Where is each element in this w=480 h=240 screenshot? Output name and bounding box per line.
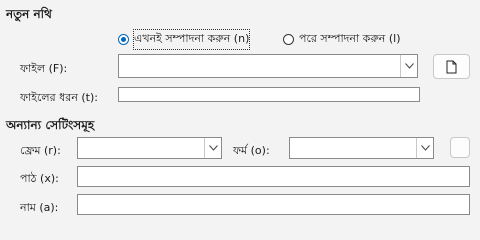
radio-edit-now-indicator[interactable] — [118, 34, 129, 45]
radio-edit-later-indicator[interactable] — [283, 34, 294, 45]
chevron-down-icon — [404, 63, 414, 69]
name-label: নাম (a): — [20, 201, 59, 214]
radio-edit-now-label: এখনই সম্পাদনা করুন (n) — [132, 29, 251, 50]
new-document-heading: নতুন নথি — [6, 7, 52, 21]
chevron-down-icon — [208, 145, 218, 151]
radio-edit-later-label: পরে সম্পাদনা করুন (l) — [299, 32, 401, 45]
radio-edit-later[interactable]: পরে সম্পাদনা করুন (l) — [283, 30, 401, 49]
file-dropdown-button[interactable] — [400, 55, 417, 77]
text-field[interactable] — [77, 166, 470, 187]
frame-label: ফ্রেম (r): — [20, 144, 61, 157]
browse-file-button[interactable] — [433, 54, 470, 79]
form-label: ফর্ম (o): — [233, 144, 270, 157]
form-combobox[interactable] — [289, 137, 434, 159]
file-type-label: ফাইলের ধরন (t): — [20, 91, 98, 104]
frame-combobox[interactable] — [77, 137, 222, 159]
file-label: ফাইল (F): — [20, 62, 68, 75]
file-combobox[interactable] — [118, 54, 418, 78]
radio-edit-now[interactable]: এখনই সম্পাদনা করুন (n) — [118, 29, 251, 50]
chevron-down-icon — [420, 145, 430, 151]
file-type-field[interactable] — [118, 87, 420, 102]
document-icon — [446, 60, 457, 73]
other-settings-heading: অন্যান্য সেটিংসমূহ — [6, 118, 95, 132]
frame-dropdown-button[interactable] — [204, 138, 221, 158]
form-edit-button[interactable] — [450, 137, 470, 158]
text-label: পাঠ (x): — [20, 172, 59, 185]
name-field[interactable] — [77, 194, 470, 215]
form-dropdown-button[interactable] — [416, 138, 433, 158]
